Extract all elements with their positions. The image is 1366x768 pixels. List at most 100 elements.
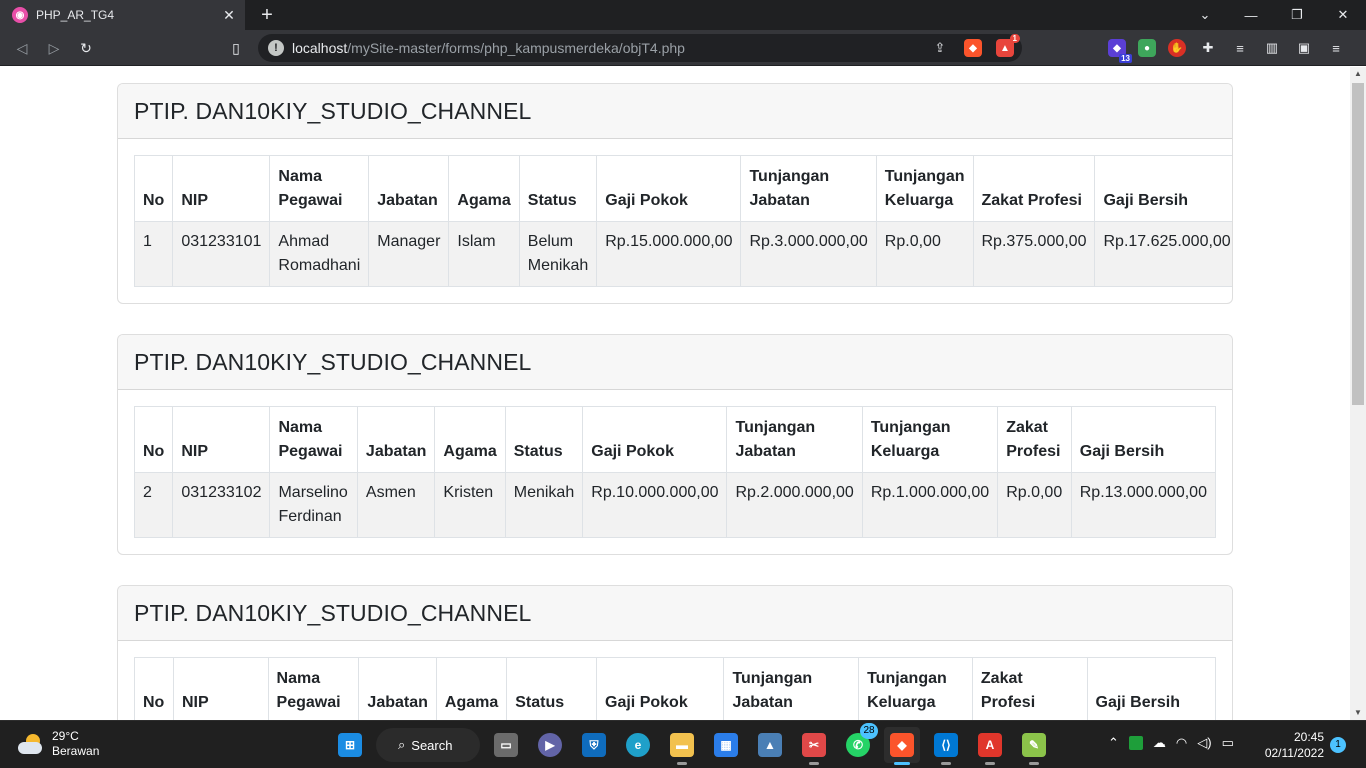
salary-table: No NIP Nama Pegawai Jabatan Agama Status… (134, 657, 1216, 720)
column-header: Tunjangan Jabatan (740, 155, 877, 222)
column-header: Agama (448, 155, 520, 222)
page-viewport: PTIP. DAN10KIY_STUDIO_CHANNEL No NIP Nam… (0, 67, 1366, 720)
table-row: 2 031233102 Marselino Ferdinan Asmen Kri… (133, 472, 1217, 538)
green-app-tray-icon[interactable] (1128, 736, 1143, 750)
teams-chat-button[interactable]: ▶ (532, 727, 568, 763)
store-button[interactable]: ▦ (708, 727, 744, 763)
taskbar-search[interactable]: ⌕ Search (376, 728, 480, 762)
task-view-icon: ▭ (494, 733, 518, 757)
column-header: Tunjangan Keluarga (858, 657, 973, 720)
weather-widget[interactable]: 29°C Berawan (18, 729, 99, 759)
vscode-button[interactable]: ⟨⟩ (928, 727, 964, 765)
scrollbar-thumb[interactable] (1352, 83, 1364, 405)
close-tab-icon[interactable]: ✕ (219, 5, 239, 25)
whatsapp-badge: 28 (860, 723, 878, 739)
table-header-row: No NIP Nama Pegawai Jabatan Agama Status… (134, 657, 1216, 720)
minimize-button[interactable]: — (1228, 0, 1274, 30)
stop-extension-icon[interactable]: ✋ (1168, 39, 1186, 57)
column-header: Jabatan (358, 657, 437, 720)
column-header: Gaji Pokok (596, 657, 725, 720)
file-explorer-button[interactable]: ▬ (664, 727, 700, 765)
brave-rewards-icon[interactable]: ▲ 1 (996, 34, 1020, 57)
column-header: Status (504, 406, 584, 473)
card-header: PTIP. DAN10KIY_STUDIO_CHANNEL (118, 84, 1232, 139)
photos-icon: ▲ (758, 733, 782, 757)
brave-shields-icon[interactable]: ◆ (964, 39, 982, 57)
table-cell: 031233101 (172, 221, 271, 287)
address-bar[interactable]: ! localhost/mySite-master/forms/php_kamp… (258, 34, 1022, 62)
column-header: Nama Pegawai (269, 406, 358, 473)
table-cell: Menikah (504, 472, 584, 538)
new-tab-button[interactable]: + (256, 4, 278, 26)
taskbar-apps: ⊞ ⌕ Search ▭ ▶ ⛨ e ▬ ▦ ▲ ✂ ✆ 28 ◆ ⟨⟩ A ✎ (332, 723, 1052, 765)
notification-badge[interactable]: 1 (1330, 737, 1346, 753)
info-icon[interactable]: ! (268, 40, 284, 56)
php-logo-icon: ◉ (12, 7, 28, 23)
table-cell: 031233102 (172, 472, 271, 538)
salary-table: No NIP Nama Pegawai Jabatan Agama Status… (133, 155, 1232, 287)
column-header: Gaji Pokok (596, 155, 742, 222)
folder-icon: ▬ (670, 733, 694, 757)
active-tab[interactable]: ◉ PHP_AR_TG4 ✕ (0, 0, 245, 30)
salary-table: No NIP Nama Pegawai Jabatan Agama Status… (133, 406, 1217, 538)
column-header: Gaji Bersih (1094, 155, 1232, 222)
tab-search-chevron-icon[interactable]: ⌄ (1182, 0, 1228, 30)
wallet-icon[interactable]: ▣ (1294, 38, 1314, 58)
media-playlist-icon[interactable]: ≡ (1230, 38, 1250, 58)
system-tray: ⌃ ☁ ◠ ◁) ▭ (1108, 735, 1234, 751)
table-cell: Rp.1.000.000,00 (861, 472, 999, 538)
browser-tab-bar: ◉ PHP_AR_TG4 ✕ + ⌄ — ❐ ✕ (0, 0, 1366, 30)
table-cell: Rp.2.000.000,00 (726, 472, 863, 538)
brave-button[interactable]: ◆ (884, 727, 920, 765)
battery-icon[interactable]: ▭ (1222, 735, 1234, 751)
whatsapp-button[interactable]: ✆ 28 (840, 723, 878, 763)
colorful-extension-icon[interactable]: ● (1138, 39, 1156, 57)
onedrive-cloud-icon[interactable]: ☁ (1153, 735, 1166, 751)
acrobat-button[interactable]: A (972, 727, 1008, 765)
show-hidden-icons-chevron-icon[interactable]: ⌃ (1108, 735, 1119, 751)
store-icon: ▦ (714, 733, 738, 757)
task-view-button[interactable]: ▭ (488, 727, 524, 763)
photos-button[interactable]: ▲ (752, 727, 788, 763)
snipping-tool-button[interactable]: ✂ (796, 727, 832, 765)
column-header: Nama Pegawai (269, 155, 370, 222)
column-header: Gaji Pokok (582, 406, 728, 473)
card-header: PTIP. DAN10KIY_STUDIO_CHANNEL (118, 335, 1232, 390)
defender-button[interactable]: ⛨ (576, 727, 612, 763)
start-button[interactable]: ⊞ (332, 727, 368, 763)
volume-icon[interactable]: ◁) (1197, 735, 1211, 751)
wifi-icon[interactable]: ◠ (1176, 735, 1187, 751)
restore-button[interactable]: ❐ (1274, 0, 1320, 30)
edge-button[interactable]: e (620, 727, 656, 763)
sidebar-icon[interactable]: ▥ (1262, 38, 1282, 58)
column-header: No (133, 406, 174, 473)
share-icon[interactable]: ⇪ (930, 38, 950, 58)
notepad-button[interactable]: ✎ (1016, 727, 1052, 765)
table-cell: Manager (368, 221, 450, 287)
column-header: NIP (172, 657, 269, 720)
taskbar-clock[interactable]: 20:45 02/11/2022 (1262, 729, 1324, 761)
scroll-down-arrow-icon[interactable]: ▼ (1350, 706, 1366, 720)
menu-icon[interactable]: ≡ (1326, 38, 1346, 58)
column-header: Tunjangan Keluarga (861, 406, 999, 473)
employee-card-3: PTIP. DAN10KIY_STUDIO_CHANNEL No NIP Nam… (117, 585, 1233, 720)
scroll-up-arrow-icon[interactable]: ▲ (1350, 67, 1366, 81)
column-header: NIP (172, 406, 271, 473)
column-header: Jabatan (368, 155, 450, 222)
url-text[interactable]: localhost/mySite-master/forms/php_kampus… (292, 40, 685, 56)
partly-cloudy-icon (18, 734, 44, 754)
back-button[interactable]: ◁ (10, 36, 34, 60)
close-window-button[interactable]: ✕ (1320, 0, 1366, 30)
reload-button[interactable]: ↻ (74, 36, 98, 60)
extension-icon[interactable]: ◆ 13 (1108, 39, 1132, 63)
table-cell: Ahmad Romadhani (269, 221, 370, 287)
table-cell: Belum Menikah (518, 221, 598, 287)
forward-button[interactable]: ▷ (42, 36, 66, 60)
bookmark-icon[interactable]: ▯ (224, 36, 248, 60)
page-scrollbar[interactable]: ▲ ▼ (1350, 67, 1366, 720)
puzzle-icon[interactable]: ✚ (1198, 38, 1218, 58)
brave-lion-icon: ◆ (890, 733, 914, 757)
weather-temperature: 29°C (52, 729, 79, 743)
table-cell: Marselino Ferdinan (269, 472, 358, 538)
card-header: PTIP. DAN10KIY_STUDIO_CHANNEL (118, 586, 1232, 641)
